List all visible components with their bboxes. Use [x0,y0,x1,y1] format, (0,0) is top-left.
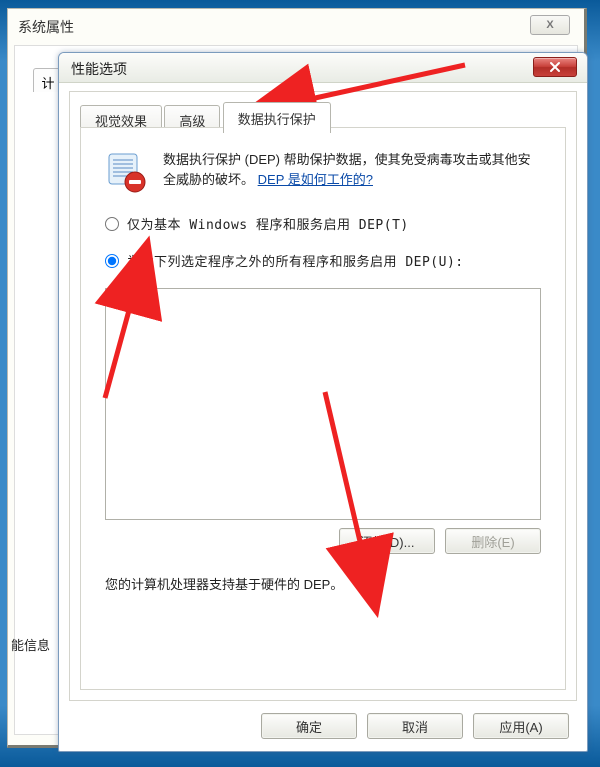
radio-all-input[interactable] [105,254,119,268]
parent-corner-text: 能信息 [11,635,50,654]
ok-button[interactable]: 确定 [261,713,357,739]
radio-all-label: 为除下列选定程序之外的所有程序和服务启用 DEP(U): [127,251,464,270]
radio-basic-input[interactable] [105,217,119,231]
performance-options-dialog: 性能选项 视觉效果 高级 数据执行保护 [58,52,588,752]
tab-row: 视觉效果 高级 数据执行保护 [80,102,566,128]
parent-dialog-title: 系统属性 [18,17,74,37]
radio-all-dep[interactable]: 为除下列选定程序之外的所有程序和服务启用 DEP(U): [105,251,541,270]
hardware-dep-text: 您的计算机处理器支持基于硬件的 DEP。 [105,574,541,593]
dialog-button-row: 确定 取消 应用(A) [261,713,569,739]
dep-help-link[interactable]: DEP 是如何工作的? [258,172,373,187]
tab-panel-dep: 数据执行保护 (DEP) 帮助保护数据，使其免受病毒攻击或其他安全威胁的破坏。 … [80,127,566,690]
apply-button[interactable]: 应用(A) [473,713,569,739]
remove-button: 删除(E) [445,528,541,554]
add-button[interactable]: 添加(D)... [339,528,435,554]
dep-description: 数据执行保护 (DEP) 帮助保护数据，使其免受病毒攻击或其他安全威胁的破坏。 … [163,150,541,194]
dep-shield-icon [105,150,149,194]
close-button[interactable] [533,57,577,77]
radio-basic-label: 仅为基本 Windows 程序和服务启用 DEP(T) [127,214,409,233]
radio-basic-dep[interactable]: 仅为基本 Windows 程序和服务启用 DEP(T) [105,214,541,233]
dialog-body: 视觉效果 高级 数据执行保护 [69,91,577,701]
dialog-titlebar[interactable]: 性能选项 [59,53,587,83]
dep-exclusion-list[interactable] [105,288,541,520]
cancel-button[interactable]: 取消 [367,713,463,739]
parent-close-button[interactable]: X [530,15,570,35]
dialog-title: 性能选项 [71,59,127,79]
close-icon [548,61,562,73]
tab-dep[interactable]: 数据执行保护 [223,102,331,133]
